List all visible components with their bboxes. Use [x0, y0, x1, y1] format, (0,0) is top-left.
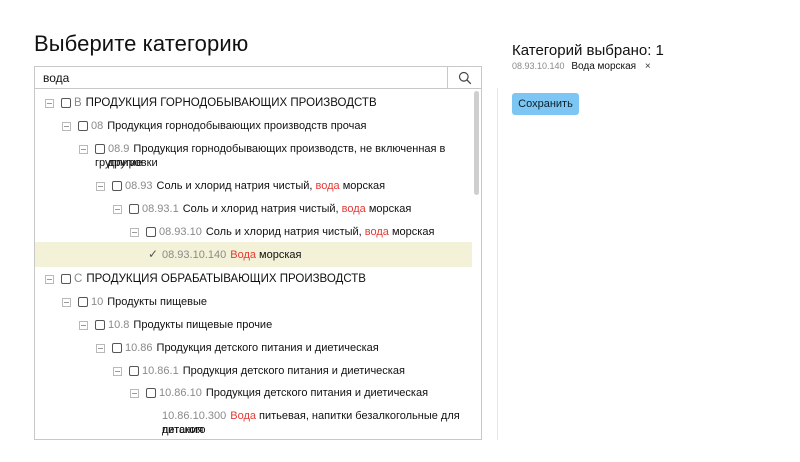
node-checkbox[interactable]	[129, 366, 139, 376]
node-checkbox[interactable]	[95, 320, 105, 330]
node-code: 08.93.10	[159, 226, 202, 238]
search-box	[34, 66, 482, 89]
node-code: 10.86.10.300	[162, 410, 227, 422]
selected-item-label: Вода морская	[571, 61, 637, 72]
search-icon	[458, 71, 471, 84]
node-checkbox[interactable]	[78, 297, 88, 307]
node-code: 08.93	[125, 180, 153, 192]
node-label-line2: питания	[162, 424, 204, 436]
collapse-toggle-icon[interactable]	[45, 275, 54, 284]
node-checkbox[interactable]	[61, 274, 71, 284]
collapse-toggle-icon[interactable]	[113, 367, 122, 376]
node-code: 08.93.1	[142, 203, 179, 215]
node-checkbox[interactable]	[146, 227, 156, 237]
collapse-toggle-icon[interactable]	[96, 344, 105, 353]
node-label-line2: группировки	[95, 157, 158, 169]
selection-count-title: Категорий выбрано: 1	[512, 42, 664, 59]
node-label: Соль и хлорид натрия чистый,	[156, 180, 316, 192]
remove-selection-icon[interactable]: ×	[645, 61, 651, 72]
node-label-rest: морская	[255, 249, 302, 261]
node-label-rest: морская	[339, 180, 386, 192]
node-checkbox[interactable]	[78, 121, 88, 131]
node-code: C	[74, 273, 83, 285]
tree-scrollbar[interactable]	[474, 91, 479, 195]
search-button[interactable]	[447, 67, 481, 88]
node-checkbox[interactable]	[95, 144, 105, 154]
node-code: 08	[91, 120, 104, 132]
collapse-toggle-icon[interactable]	[62, 298, 71, 307]
node-checkbox[interactable]	[112, 343, 122, 353]
node-label: Продукция детского питания и диетическая	[156, 342, 379, 354]
node-label: ПРОДУКЦИЯ ГОРНОДОБЫВАЮЩИХ ПРОИЗВОДСТВ	[85, 97, 377, 109]
node-label: Продукция детского питания и диетическая	[182, 365, 405, 377]
checkmark-icon: ✓	[148, 247, 159, 261]
node-label: Соль и хлорид натрия чистый,	[182, 203, 342, 215]
node-label: Продукция горнодобывающих производств пр…	[107, 120, 367, 132]
collapse-toggle-icon[interactable]	[113, 205, 122, 214]
node-label-rest: морская	[388, 226, 435, 238]
node-label: Продукты пищевые прочие	[133, 319, 273, 331]
node-label: Продукция детского питания и диетическая	[205, 387, 429, 399]
node-code: 08.9	[108, 143, 130, 155]
selected-item: 08.93.10.140 Вода морская ×	[512, 61, 651, 72]
collapse-toggle-icon[interactable]	[96, 182, 105, 191]
collapse-toggle-icon[interactable]	[130, 389, 139, 398]
node-code: 10.86.1	[142, 365, 179, 377]
node-label: ПРОДУКЦИЯ ОБРАБАТЫВАЮЩИХ ПРОИЗВОДСТВ	[86, 273, 366, 285]
collapse-toggle-icon[interactable]	[45, 99, 54, 108]
node-code: 10	[91, 296, 104, 308]
node-label: Соль и хлорид натрия чистый,	[205, 226, 365, 238]
node-code: 10.86	[125, 342, 153, 354]
panel-divider	[497, 88, 498, 440]
save-button[interactable]: Сохранить	[512, 93, 579, 115]
page-title: Выберите категорию	[34, 31, 249, 56]
search-match: Вода	[230, 249, 256, 261]
search-match: вода	[364, 226, 389, 238]
collapse-toggle-icon[interactable]	[130, 228, 139, 237]
node-label-rest: морская	[365, 203, 412, 215]
node-checkbox[interactable]	[146, 388, 156, 398]
search-match: Вода	[230, 410, 256, 422]
node-code: 08.93.10.140	[162, 249, 227, 261]
node-checkbox[interactable]	[61, 98, 71, 108]
node-checkbox[interactable]	[129, 204, 139, 214]
node-label: Продукты пищевые	[107, 296, 208, 308]
node-code: B	[74, 97, 82, 109]
category-tree: B ПРОДУКЦИЯ ГОРНОДОБЫВАЮЩИХ ПРОИЗВОДСТВ 0…	[34, 89, 482, 440]
search-input[interactable]	[35, 67, 449, 88]
node-checkbox[interactable]	[112, 181, 122, 191]
selected-item-code: 08.93.10.140	[512, 61, 565, 71]
collapse-toggle-icon[interactable]	[79, 145, 88, 154]
collapse-toggle-icon[interactable]	[79, 321, 88, 330]
search-match: вода	[341, 203, 366, 215]
node-code: 10.86.10	[159, 387, 202, 399]
node-code: 10.8	[108, 319, 130, 331]
search-match: вода	[315, 180, 340, 192]
collapse-toggle-icon[interactable]	[62, 122, 71, 131]
node-label: Продукция горнодобывающих производств, н…	[108, 143, 446, 169]
